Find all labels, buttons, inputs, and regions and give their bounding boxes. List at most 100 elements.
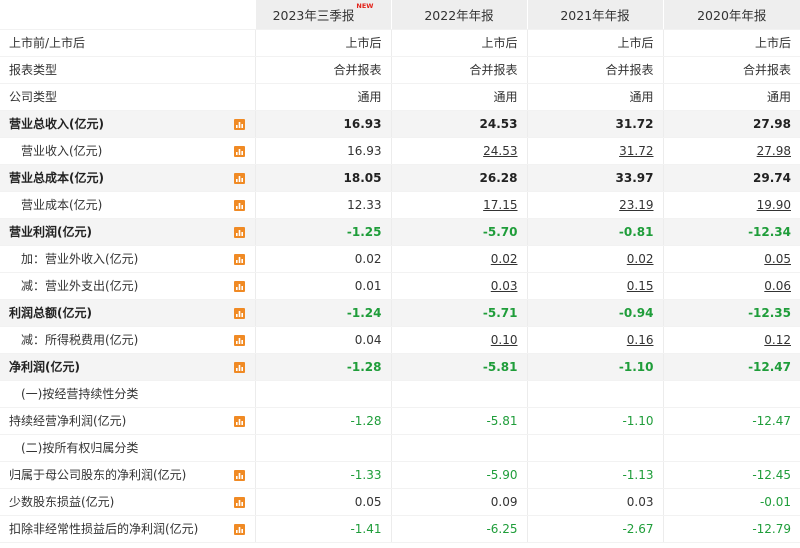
value-cell: -5.71 [390,299,527,327]
value-link[interactable]: 27.98 [757,144,791,158]
row-label: 加：营业外收入(亿元) [0,245,255,273]
value-cell[interactable]: 0.03 [390,272,527,300]
value-cell: 通用 [662,83,800,111]
bar-chart-icon[interactable] [233,118,245,130]
value-link[interactable]: 0.10 [491,333,518,347]
row-label: 营业总成本(亿元) [0,164,255,192]
value-cell: 0.03 [526,488,663,516]
value-link[interactable]: 17.15 [483,198,517,212]
bar-chart-icon[interactable] [233,469,245,481]
value-text: 合并报表 [605,63,654,77]
column-header-2023q3[interactable]: 2023年三季报NEW [254,0,391,30]
value-text: -5.81 [482,359,518,374]
value-link[interactable]: 24.53 [483,144,517,158]
table-row: 利润总额(亿元) -1.24 -5.71 -0.94 -12.35 [0,299,800,327]
row-label-text: 扣除非经常性损益后的净利润(亿元) [9,522,199,536]
bar-chart-icon[interactable] [233,496,245,508]
value-link[interactable]: 0.12 [764,333,791,347]
value-link[interactable]: 19.90 [757,198,791,212]
value-cell: -1.28 [254,353,391,381]
value-cell[interactable]: 31.72 [526,137,663,165]
bar-chart-icon[interactable] [233,334,245,346]
value-text: 0.01 [354,278,382,293]
value-cell: -1.25 [254,218,391,246]
value-link[interactable]: 23.19 [619,198,653,212]
bar-chart-icon[interactable] [233,145,245,157]
row-label: 减：营业外支出(亿元) [0,272,255,300]
table-row: 公司类型 通用 通用 通用 通用 [0,83,800,111]
value-cell: -0.94 [526,299,663,327]
value-cell[interactable]: 0.06 [662,272,800,300]
value-cell[interactable]: 24.53 [390,137,527,165]
value-text: 16.93 [343,116,382,131]
bar-chart-icon[interactable] [233,280,245,292]
value-cell: 24.53 [390,110,527,138]
value-cell[interactable]: 0.16 [526,326,663,354]
bar-chart-icon[interactable] [233,226,245,238]
value-link[interactable]: 31.72 [619,144,653,158]
value-cell: -5.81 [390,407,527,435]
value-cell[interactable]: 0.15 [526,272,663,300]
value-cell: 0.02 [254,245,391,273]
table-row: 净利润(亿元) -1.28 -5.81 -1.10 -12.47 [0,353,800,381]
table-row: (一)按经营持续性分类 [0,380,800,408]
bar-chart-icon[interactable] [233,361,245,373]
row-label: 利润总额(亿元) [0,299,255,327]
value-text: -6.25 [486,521,518,536]
value-text: 通用 [629,90,654,104]
value-cell[interactable]: 0.10 [390,326,527,354]
row-label-text: 营业总收入(亿元) [9,117,104,131]
bar-chart-icon[interactable] [233,253,245,265]
value-cell: 通用 [526,83,663,111]
value-text: -1.24 [346,305,382,320]
value-cell: 33.97 [526,164,663,192]
bar-chart-icon[interactable] [233,307,245,319]
column-header-2021[interactable]: 2021年年报 [526,0,663,30]
value-cell: -12.47 [662,407,800,435]
value-text: 上市后 [481,36,518,50]
row-label: (二)按所有权归属分类 [0,434,255,462]
value-cell[interactable]: 23.19 [526,191,663,219]
value-cell: 27.98 [662,110,800,138]
value-cell: 0.05 [254,488,391,516]
bar-chart-icon[interactable] [233,172,245,184]
value-cell[interactable]: 17.15 [390,191,527,219]
value-link[interactable]: 0.15 [627,279,654,293]
value-cell[interactable]: 0.02 [526,245,663,273]
value-cell[interactable]: 0.05 [662,245,800,273]
table-row: 少数股东损益(亿元) 0.05 0.09 0.03 -0.01 [0,488,800,516]
value-cell[interactable]: 0.02 [390,245,527,273]
bar-chart-icon[interactable] [233,523,245,535]
table-row: 营业成本(亿元) 12.33 17.15 23.19 19.90 [0,191,800,219]
value-text: -1.10 [622,413,654,428]
bar-chart-icon[interactable] [233,199,245,211]
row-label-text: 净利润(亿元) [9,360,80,374]
table-row: 持续经营净利润(亿元) -1.28 -5.81 -1.10 -12.47 [0,407,800,435]
bar-chart-icon[interactable] [233,415,245,427]
row-label: 营业成本(亿元) [0,191,255,219]
row-label-text: 少数股东损益(亿元) [9,495,115,509]
table-row: 减：所得税费用(亿元) 0.04 0.10 0.16 0.12 [0,326,800,354]
row-label-text: 公司类型 [9,90,58,104]
value-cell: 26.28 [390,164,527,192]
value-cell[interactable]: 19.90 [662,191,800,219]
value-link[interactable]: 0.06 [764,279,791,293]
value-text: -1.25 [346,224,382,239]
column-header-2022[interactable]: 2022年年报 [390,0,527,30]
value-link[interactable]: 0.16 [627,333,654,347]
value-link[interactable]: 0.02 [491,252,518,266]
value-cell[interactable]: 27.98 [662,137,800,165]
value-text: 0.02 [354,251,382,266]
value-cell: 31.72 [526,110,663,138]
value-text: -12.47 [748,359,791,374]
value-cell[interactable]: 0.12 [662,326,800,354]
value-link[interactable]: 0.03 [491,279,518,293]
value-cell [254,380,391,408]
table-row: 上市前/上市后 上市后 上市后 上市后 上市后 [0,29,800,57]
column-header-2020[interactable]: 2020年年报 [662,0,800,30]
value-text: -2.67 [622,521,654,536]
row-label: 上市前/上市后 [0,29,255,57]
value-link[interactable]: 0.02 [627,252,654,266]
value-link[interactable]: 0.05 [764,252,791,266]
value-cell: -1.28 [254,407,391,435]
